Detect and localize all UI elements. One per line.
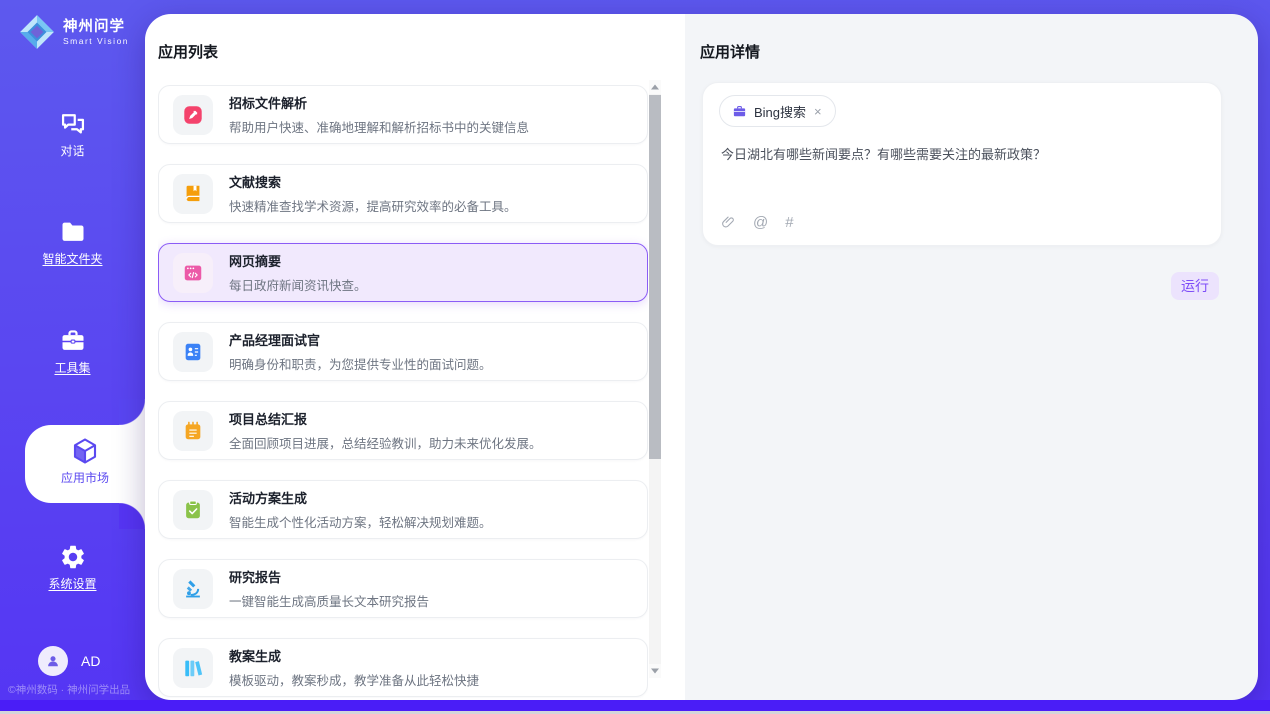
hash-button[interactable]: # <box>785 215 793 230</box>
avatar <box>38 646 68 676</box>
app-card-description: 智能生成个性化活动方案，轻松解决规划难题。 <box>229 512 492 531</box>
app-card[interactable]: 研究报告一键智能生成高质量长文本研究报告 <box>158 559 648 618</box>
cube-icon <box>70 436 100 466</box>
prompt-card: Bing搜索 × 今日湖北有哪些新闻要点？有哪些需要关注的最新政策？ @ # <box>702 82 1222 246</box>
app-card[interactable]: 项目总结汇报全面回顾项目进展，总结经验教训，助力未来优化发展。 <box>158 401 648 460</box>
sidebar-item-label: 对话 <box>0 142 145 159</box>
sidebar-item-label: 智能文件夹 <box>0 250 145 267</box>
scroll-up-button[interactable] <box>649 80 661 94</box>
chip-close-icon[interactable]: × <box>813 104 823 119</box>
books-icon <box>173 648 213 688</box>
person-icon <box>44 652 62 670</box>
app-card[interactable]: 网页摘要每日政府新闻资讯快查。 <box>158 243 648 302</box>
app-card[interactable]: 招标文件解析帮助用户快速、准确地理解和解析招标书中的关键信息 <box>158 85 648 144</box>
app-card-title: 研究报告 <box>229 567 429 586</box>
sidebar: 神州问学 Smart Vision 对话智能文件夹工具集应用市场系统设置 AD … <box>0 0 145 700</box>
app-card[interactable]: 产品经理面试官明确身份和职责，为您提供专业性的面试问题。 <box>158 322 648 381</box>
app-card-description: 明确身份和职责，为您提供专业性的面试问题。 <box>229 354 492 373</box>
brand-logo: 神州问学 Smart Vision <box>18 13 129 51</box>
user-initials: AD <box>81 653 100 669</box>
app-card-title: 教案生成 <box>229 646 479 665</box>
triangle-up-icon <box>651 85 659 90</box>
scroll-down-button[interactable] <box>649 664 661 678</box>
brand-tagline: Smart Vision <box>63 36 129 46</box>
sidebar-item-label: 工具集 <box>0 359 145 376</box>
sidebar-item-chat[interactable]: 对话 <box>0 110 145 159</box>
brand-name: 神州问学 <box>63 19 129 36</box>
app-card[interactable]: 活动方案生成智能生成个性化活动方案，轻松解决规划难题。 <box>158 480 648 539</box>
app-card-description: 每日政府新闻资讯快查。 <box>229 275 367 294</box>
toolbox-icon <box>59 327 87 355</box>
app-card-description: 一键智能生成高质量长文本研究报告 <box>229 591 429 610</box>
clipboard-check-icon <box>173 490 213 530</box>
app-card-description: 全面回顾项目进展，总结经验教训，助力未来优化发展。 <box>229 433 542 452</box>
user-account[interactable]: AD <box>38 646 100 676</box>
app-card-title: 网页摘要 <box>229 251 367 270</box>
chat-icon <box>59 110 87 138</box>
sidebar-item-smart-folders[interactable]: 智能文件夹 <box>0 218 145 267</box>
run-button[interactable]: 运行 <box>1171 272 1219 300</box>
book-icon <box>173 174 213 214</box>
triangle-down-icon <box>651 669 659 674</box>
app-detail-title: 应用详情 <box>700 41 760 62</box>
sidebar-item-label: 系统设置 <box>0 575 145 592</box>
app-card-title: 产品经理面试官 <box>229 330 492 349</box>
briefcase-icon <box>732 104 747 119</box>
microscope-icon <box>173 569 213 609</box>
app-card-title: 招标文件解析 <box>229 93 529 112</box>
scrollbar-track[interactable] <box>649 94 661 664</box>
main-panel: 应用列表 招标文件解析帮助用户快速、准确地理解和解析招标书中的关键信息文献搜索快… <box>145 14 1258 700</box>
scrollbar[interactable] <box>649 80 661 678</box>
app-card[interactable]: 文献搜索快速精准查找学术资源，提高研究效率的必备工具。 <box>158 164 648 223</box>
app-card-description: 模板驱动，教案秒成，教学准备从此轻松快捷 <box>229 670 479 689</box>
sidebar-item-settings[interactable]: 系统设置 <box>0 543 145 592</box>
mention-button[interactable]: @ <box>753 215 768 230</box>
app-card-title: 文献搜索 <box>229 172 517 191</box>
sidebar-item-toolset[interactable]: 工具集 <box>0 327 145 376</box>
app-list-title: 应用列表 <box>158 41 218 62</box>
prompt-textarea[interactable]: 今日湖北有哪些新闻要点？有哪些需要关注的最新政策？ <box>721 146 1203 165</box>
browser-code-icon <box>173 253 213 293</box>
tool-chip-bing-search[interactable]: Bing搜索 × <box>719 95 836 127</box>
scrollbar-thumb[interactable] <box>649 95 661 459</box>
edit-square-icon <box>173 95 213 135</box>
notepad-icon <box>173 411 213 451</box>
app-card-description: 帮助用户快速、准确地理解和解析招标书中的关键信息 <box>229 117 529 136</box>
bottom-accent-bar <box>0 700 1270 711</box>
resume-icon <box>173 332 213 372</box>
app-card-title: 活动方案生成 <box>229 488 492 507</box>
app-detail-panel: 应用详情 Bing搜索 × 今日湖北有哪些新闻要点？有哪些需要关注的最新政策？ <box>685 14 1258 700</box>
attach-file-button[interactable] <box>721 215 736 230</box>
folder-icon <box>59 218 87 246</box>
paperclip-icon <box>721 215 736 230</box>
app-list-panel: 应用列表 招标文件解析帮助用户快速、准确地理解和解析招标书中的关键信息文献搜索快… <box>145 14 685 700</box>
gear-icon <box>59 543 87 571</box>
copyright-footer: ©神州数码 · 神州问学出品 <box>8 682 148 697</box>
app-card[interactable]: 教案生成模板驱动，教案秒成，教学准备从此轻松快捷 <box>158 638 648 697</box>
tool-chip-label: Bing搜索 <box>754 102 806 121</box>
sidebar-item-label: 应用市场 <box>25 469 145 486</box>
app-card-description: 快速精准查找学术资源，提高研究效率的必备工具。 <box>229 196 517 215</box>
diamond-logo-icon <box>18 13 56 51</box>
sidebar-item-app-market[interactable]: 应用市场 <box>25 425 145 503</box>
app-card-title: 项目总结汇报 <box>229 409 542 428</box>
